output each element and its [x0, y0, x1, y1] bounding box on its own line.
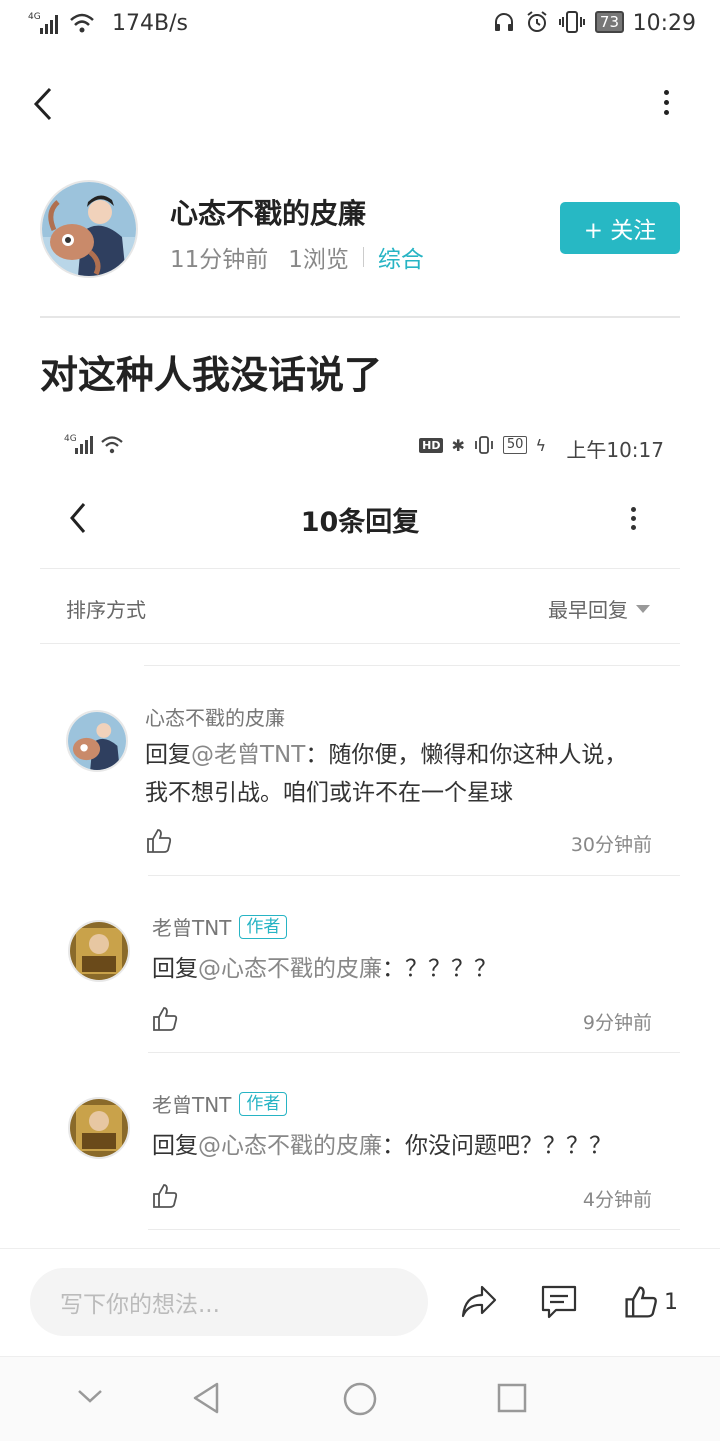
divider [40, 568, 680, 569]
hd-icon: HD [419, 437, 444, 453]
post-time: 11分钟前 [170, 247, 269, 273]
vibrate-icon [558, 11, 585, 33]
embedded-signal-icon: 4G [64, 434, 123, 454]
author-name[interactable]: 心态不戳的皮廉 [170, 192, 366, 232]
author-badge: 作者 [239, 1091, 288, 1116]
headset-icon [494, 13, 513, 31]
comment-input-placeholder: 写下你的想法... [60, 1292, 220, 1318]
battery-icon: 50 [502, 436, 528, 454]
nav-back-icon[interactable] [190, 1381, 222, 1415]
alarm-icon [527, 11, 547, 32]
comment-text: 回复@老曾TNT：随你便，懒得和你这种人说，我不想引战。咱们或许不在一个星球 [145, 742, 628, 806]
divider [40, 316, 680, 318]
comment-time: 30分钟前 [570, 834, 652, 856]
comment-author: 心态不戳的皮廉 [145, 706, 285, 730]
comment-avatar [68, 1097, 130, 1159]
network-type: 4G [28, 12, 41, 22]
meta-divider [362, 247, 364, 267]
status-time: 10:29 [632, 11, 696, 36]
divider [148, 1052, 680, 1053]
system-nav-bar [0, 1356, 720, 1441]
divider [148, 1229, 680, 1230]
bluetooth-icon: ✱ [451, 435, 465, 455]
share-button[interactable] [460, 1284, 498, 1324]
like-button[interactable]: 1 [624, 1284, 678, 1320]
thumbs-up-icon [146, 828, 172, 854]
post-title: 对这种人我没话说了 [40, 353, 383, 397]
svg-text:4G: 4G [64, 434, 77, 444]
follow-button[interactable]: + 关注 [560, 202, 680, 254]
comment-author: 老曾TNT 作者 [152, 912, 288, 941]
comment-author: 老曾TNT 作者 [152, 1089, 288, 1118]
embedded-more-icon [628, 507, 638, 533]
thumbs-up-icon [152, 1006, 178, 1032]
comment-time: 4分钟前 [582, 1189, 652, 1211]
sort-dropdown: 最早回复 [548, 594, 650, 623]
divider [40, 643, 680, 644]
share-icon [461, 1285, 497, 1318]
post-views: 1浏览 [288, 247, 349, 273]
comment-icon [541, 1285, 577, 1319]
sort-label: 排序方式 [66, 598, 146, 622]
network-speed: 174B/s [112, 11, 188, 36]
more-vertical-icon [654, 90, 678, 115]
chevron-left-icon [33, 87, 52, 121]
chevron-left-icon [70, 503, 86, 533]
vibrate-icon [474, 436, 493, 454]
post-meta: 11分钟前 1浏览 综合 [170, 240, 424, 274]
comment-time: 9分钟前 [582, 1012, 652, 1034]
thumbs-up-icon [152, 1183, 178, 1209]
comment-avatar [66, 710, 128, 772]
author-badge: 作者 [239, 914, 288, 939]
comment-text: 回复@心态不戳的皮廉：你没问题吧？？？？ [152, 1133, 612, 1159]
embedded-status-bar: 4G HD ✱ 50 ϟ 上午10:17 [64, 432, 664, 462]
embedded-time: 上午10:17 [566, 438, 664, 462]
chevron-down-icon[interactable] [76, 1387, 104, 1407]
thumbs-up-icon [625, 1286, 657, 1318]
sort-value: 最早回复 [548, 598, 628, 622]
post-category[interactable]: 综合 [378, 240, 424, 274]
embedded-back-button [66, 500, 92, 536]
like-count: 1 [664, 1289, 678, 1315]
replies-title: 10条回复 [300, 507, 420, 538]
nav-home-icon[interactable] [342, 1381, 378, 1417]
charging-icon: ϟ [535, 435, 546, 455]
back-button[interactable] [30, 84, 60, 124]
divider [144, 665, 680, 666]
comment-text: 回复@心态不戳的皮廉：？？？？ [152, 956, 497, 982]
status-bar: 4G 174B/s 73 10:29 [0, 0, 720, 50]
comment-avatar [68, 920, 130, 982]
dropdown-arrow-icon [636, 604, 650, 613]
author-avatar[interactable] [40, 180, 138, 278]
signal-icon: 4G [28, 10, 103, 44]
battery-icon: 73 [594, 11, 624, 33]
nav-recents-icon[interactable] [496, 1382, 528, 1414]
comment-input[interactable]: 写下你的想法... [30, 1268, 428, 1336]
divider [148, 875, 680, 876]
comments-button[interactable] [540, 1284, 578, 1324]
more-options-button[interactable] [654, 90, 678, 120]
